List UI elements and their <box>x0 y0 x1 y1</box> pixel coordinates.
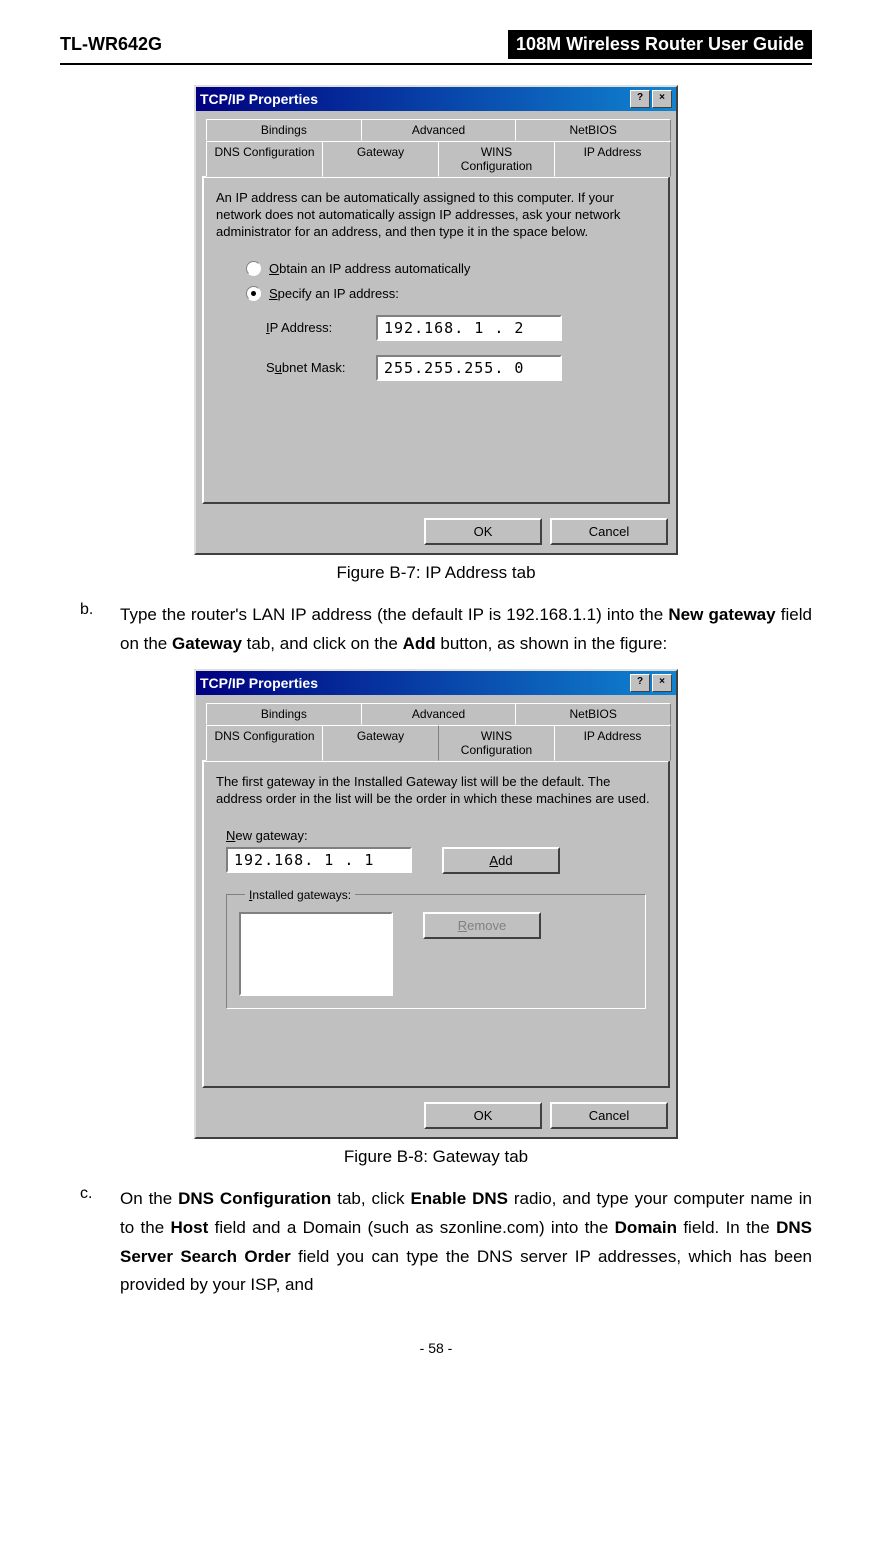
dialog-description: An IP address can be automatically assig… <box>216 190 656 241</box>
titlebar: TCP/IP Properties ? × <box>196 671 676 695</box>
dialog-description: The first gateway in the Installed Gatew… <box>216 774 656 808</box>
tab-dns-config[interactable]: DNS Configuration <box>206 725 323 761</box>
subnet-input[interactable]: 255.255.255. 0 <box>376 355 562 381</box>
tab-gateway[interactable]: Gateway <box>322 725 439 761</box>
radio-specify[interactable]: Specify an IP address: <box>246 286 656 301</box>
dialog-title: TCP/IP Properties <box>200 675 318 691</box>
titlebar: TCP/IP Properties ? × <box>196 87 676 111</box>
add-button[interactable]: Add <box>442 847 560 874</box>
help-icon[interactable]: ? <box>630 674 650 692</box>
remove-button: Remove <box>423 912 541 939</box>
cancel-button[interactable]: Cancel <box>550 1102 668 1129</box>
step-marker: c. <box>80 1185 120 1311</box>
radio-obtain[interactable]: Obtain an IP address automatically <box>246 261 656 276</box>
tcpip-dialog-ip: TCP/IP Properties ? × Bindings Advanced … <box>194 85 678 555</box>
radio-icon <box>246 286 261 301</box>
ip-address-label: IP Address: <box>266 320 376 335</box>
tab-ip-address[interactable]: IP Address <box>554 141 671 177</box>
tab-bindings[interactable]: Bindings <box>206 703 362 725</box>
installed-gateways-list[interactable] <box>239 912 393 996</box>
dialog-title: TCP/IP Properties <box>200 91 318 107</box>
step-c: c. On the DNS Configuration tab, click E… <box>80 1185 812 1311</box>
header-model: TL-WR642G <box>60 34 162 55</box>
ip-address-input[interactable]: 192.168. 1 . 2 <box>376 315 562 341</box>
step-marker: b. <box>80 601 120 669</box>
figure-caption-b8: Figure B-8: Gateway tab <box>60 1147 812 1167</box>
radio-obtain-label: Obtain an IP address automatically <box>269 261 470 276</box>
tab-ip-address[interactable]: IP Address <box>554 725 671 761</box>
step-c-text: On the DNS Configuration tab, click Enab… <box>120 1185 812 1301</box>
tab-advanced[interactable]: Advanced <box>361 119 517 141</box>
tab-advanced[interactable]: Advanced <box>361 703 517 725</box>
tab-netbios[interactable]: NetBIOS <box>515 703 671 725</box>
cancel-button[interactable]: Cancel <box>550 518 668 545</box>
tab-wins[interactable]: WINS Configuration <box>438 141 555 177</box>
radio-icon <box>246 261 261 276</box>
subnet-label: Subnet Mask: <box>266 360 376 375</box>
step-b-text: Type the router's LAN IP address (the de… <box>120 601 812 659</box>
tab-bindings[interactable]: Bindings <box>206 119 362 141</box>
installed-gateways-label: Installed gateways: <box>245 888 355 902</box>
ok-button[interactable]: OK <box>424 518 542 545</box>
close-icon[interactable]: × <box>652 90 672 108</box>
tab-netbios[interactable]: NetBIOS <box>515 119 671 141</box>
page-number: - 58 - <box>60 1340 812 1356</box>
tab-gateway[interactable]: Gateway <box>322 141 439 177</box>
page-header: TL-WR642G 108M Wireless Router User Guid… <box>60 30 812 65</box>
figure-caption-b7: Figure B-7: IP Address tab <box>60 563 812 583</box>
radio-specify-label: Specify an IP address: <box>269 286 399 301</box>
tcpip-dialog-gateway: TCP/IP Properties ? × Bindings Advanced … <box>194 669 678 1139</box>
header-title: 108M Wireless Router User Guide <box>508 30 812 59</box>
new-gateway-input[interactable]: 192.168. 1 . 1 <box>226 847 412 873</box>
new-gateway-label: New gateway: <box>226 828 656 843</box>
close-icon[interactable]: × <box>652 674 672 692</box>
help-icon[interactable]: ? <box>630 90 650 108</box>
step-b: b. Type the router's LAN IP address (the… <box>80 601 812 669</box>
tab-wins[interactable]: WINS Configuration <box>438 725 555 761</box>
tab-dns-config[interactable]: DNS Configuration <box>206 141 323 177</box>
ok-button[interactable]: OK <box>424 1102 542 1129</box>
